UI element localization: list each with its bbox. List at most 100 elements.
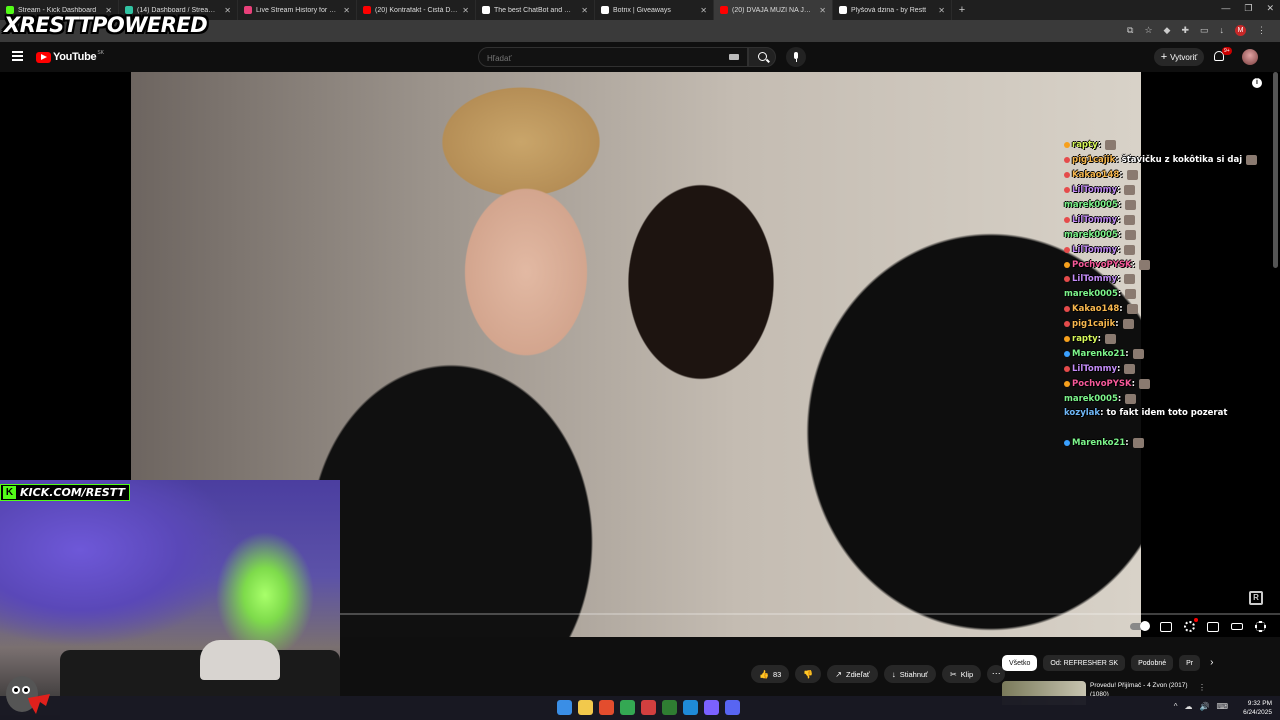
browser-tab[interactable]: Live Stream History for Blerp Streamer✕ xyxy=(238,0,357,20)
chat-colon: : xyxy=(1131,259,1136,270)
chat-badge-icon xyxy=(1064,440,1070,447)
tab-close-icon[interactable]: ✕ xyxy=(700,6,707,15)
edge-icon[interactable] xyxy=(683,700,698,715)
spotify-icon[interactable] xyxy=(662,700,677,715)
sidebar-icon[interactable]: ▭ xyxy=(1200,25,1209,36)
clip-button[interactable]: ✂ Klip xyxy=(942,665,982,683)
tray-overflow-icon[interactable]: ^ xyxy=(1174,702,1178,711)
install-icon[interactable]: ⧉ xyxy=(1127,25,1133,36)
keyboard-icon[interactable] xyxy=(729,54,739,60)
chat-username: PochvoPYSK xyxy=(1072,259,1132,270)
miniplayer-icon[interactable] xyxy=(1207,621,1219,632)
tab-close-icon[interactable]: ✕ xyxy=(224,6,231,15)
chat-username: rapty xyxy=(1072,140,1098,151)
like-button[interactable]: 👍 83 xyxy=(751,665,790,683)
bookmark-star-icon[interactable]: ☆ xyxy=(1144,25,1152,36)
like-label: 83 xyxy=(772,669,782,679)
tab-close-icon[interactable]: ✕ xyxy=(462,6,469,15)
chrome-icon[interactable] xyxy=(620,700,635,715)
autoplay-toggle[interactable] xyxy=(1130,621,1150,631)
chat-badge-icon xyxy=(1064,246,1070,253)
clip-label: Klip xyxy=(960,669,974,679)
extension-icon[interactable]: ◆ xyxy=(1164,25,1171,36)
onedrive-icon[interactable]: ☁ xyxy=(1184,702,1192,711)
chat-emote-icon xyxy=(1105,140,1117,151)
account-avatar[interactable] xyxy=(1242,49,1258,65)
chips-next-arrow-icon[interactable]: › xyxy=(1210,655,1213,671)
chat-colon: : xyxy=(1117,274,1121,285)
dislike-button[interactable]: 👎 xyxy=(795,665,822,683)
search-button[interactable] xyxy=(748,47,776,67)
filter-chip[interactable]: Od: REFRESHER SK xyxy=(1043,655,1126,671)
chat-text: to fakt idem toto pozerat xyxy=(1106,408,1228,419)
chat-colon: : xyxy=(1119,170,1123,181)
tab-close-icon[interactable]: ✕ xyxy=(938,6,945,15)
youtube-logo[interactable]: YouTube SK xyxy=(36,50,104,63)
share-icon: ↗ xyxy=(835,669,842,679)
chat-colon: : xyxy=(1117,393,1122,404)
youtube-header: YouTube SK + Vytvoriť 9+ xyxy=(0,42,1280,72)
video-actions: 👍 83 👎 ↗ Zdieľať ↓ Stiahnuť ✂ Klip ⋯ xyxy=(751,665,1006,683)
share-label: Zdieľať xyxy=(845,669,870,679)
chat-username: marek0005 xyxy=(1064,200,1118,210)
discord-icon[interactable] xyxy=(725,700,740,715)
voice-search-mic-icon[interactable] xyxy=(786,47,806,67)
create-button[interactable]: + Vytvoriť xyxy=(1154,48,1204,66)
chat-username: LilTommy xyxy=(1072,274,1118,285)
taskbar-clock[interactable]: 9:32 PM 6/24/2025 xyxy=(1243,699,1272,717)
tab-close-icon[interactable]: ✕ xyxy=(581,6,588,15)
chat-emote-icon xyxy=(1124,363,1136,374)
hamburger-menu-icon[interactable] xyxy=(12,51,23,61)
minimize-button[interactable]: — xyxy=(1221,3,1230,14)
twitch-icon[interactable] xyxy=(704,700,719,715)
volume-icon[interactable]: 🔊 xyxy=(1199,702,1209,711)
share-button[interactable]: ↗ Zdieľať xyxy=(827,665,878,683)
filter-chip[interactable]: Pr xyxy=(1179,655,1201,671)
chat-badge-icon xyxy=(1064,306,1070,313)
youtube-play-icon xyxy=(36,51,51,63)
close-window-button[interactable]: ✕ xyxy=(1266,3,1274,14)
new-tab-button[interactable]: + xyxy=(952,4,972,16)
download-button[interactable]: ↓ Stiahnuť xyxy=(883,665,936,683)
search-box[interactable] xyxy=(478,47,748,68)
chat-colon: : xyxy=(1115,155,1119,166)
recommended-more-icon[interactable]: ⋮ xyxy=(1198,683,1206,692)
browser-tab[interactable]: (20) DVAJA MUŽI NA JEDNOM ✕ xyxy=(714,0,833,20)
page-scrollbar[interactable] xyxy=(1273,72,1278,268)
chat-emote-icon xyxy=(1126,304,1138,315)
chat-username: LilTommy xyxy=(1072,244,1118,255)
filter-chip[interactable]: Všetko xyxy=(1002,655,1038,671)
browser-tab[interactable]: The best ChatBot and Widgets ✕ xyxy=(476,0,595,20)
filter-chip[interactable]: Podobné xyxy=(1131,655,1174,671)
tab-close-icon[interactable]: ✕ xyxy=(819,6,826,15)
puzzle-icon[interactable]: ✚ xyxy=(1181,25,1189,36)
browser-tab[interactable]: Plyšová dzina - by Restt ✕ xyxy=(833,0,952,20)
browser-tab[interactable]: (20) Kontrafakt - Čistá Duša prod. ✕ xyxy=(357,0,476,20)
chat-colon: : xyxy=(1125,348,1129,359)
browser-tab[interactable]: Botrix | Giveaways ✕ xyxy=(595,0,714,20)
file-explorer-icon[interactable] xyxy=(578,700,593,715)
subtitles-icon[interactable] xyxy=(1160,621,1172,632)
tab-close-icon[interactable]: ✕ xyxy=(343,6,350,15)
chat-message: marek0005: xyxy=(1064,227,1280,242)
tab-favicon-icon xyxy=(601,6,609,14)
theater-mode-icon[interactable] xyxy=(1231,623,1243,630)
chat-message: LilTommy: xyxy=(1064,242,1280,257)
chat-username: pig1cajik xyxy=(1072,155,1116,166)
chat-colon: : xyxy=(1117,244,1121,255)
search-input[interactable] xyxy=(479,49,709,68)
profile-avatar[interactable]: M xyxy=(1235,25,1246,36)
chat-colon: : xyxy=(1117,185,1121,196)
brave-browser-icon[interactable] xyxy=(599,700,614,715)
settings-gear-icon[interactable] xyxy=(1184,618,1198,632)
browser-menu-icon[interactable]: ⋮ xyxy=(1257,25,1266,36)
obs-icon[interactable] xyxy=(641,700,656,715)
start-icon[interactable] xyxy=(557,700,572,715)
info-icon[interactable]: i xyxy=(1252,78,1262,88)
fullscreen-icon[interactable] xyxy=(1255,621,1266,632)
kick-url: KICK.COM/RESTT xyxy=(20,486,125,499)
download-icon[interactable]: ↓ xyxy=(1220,25,1225,36)
keyboard-layout-icon[interactable]: ⌨ xyxy=(1216,702,1228,711)
maximize-button[interactable]: ❐ xyxy=(1244,3,1252,14)
plus-icon: + xyxy=(1160,50,1168,63)
